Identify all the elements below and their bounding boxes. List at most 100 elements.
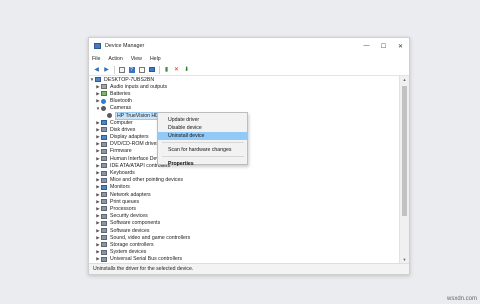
tree-category-label: Cameras — [110, 105, 132, 112]
device-manager-window: Device Manager — ☐ ✕ File Action View He… — [88, 37, 410, 275]
tree-category-label: Sound, video and game controllers — [110, 234, 191, 241]
menu-item-properties[interactable]: Properties — [158, 160, 247, 168]
uninstall-icon[interactable]: ✕ — [172, 66, 181, 74]
device-icon — [101, 206, 107, 212]
menu-item-update-driver[interactable]: Update driver — [158, 116, 247, 124]
tree-category[interactable]: ▶ Storage controllers — [89, 241, 399, 248]
tree-category[interactable]: ▶ Audio inputs and outputs — [89, 83, 399, 90]
tree-category[interactable]: ▶ Sound, video and game controllers — [89, 234, 399, 241]
menu-item-scan-hardware[interactable]: Scan for hardware changes — [158, 146, 247, 154]
tree-category-label: Mice and other pointing devices — [110, 177, 183, 184]
device-icon — [101, 213, 107, 219]
device-icon — [101, 192, 107, 198]
tree-category[interactable]: ▶ Processors — [89, 205, 399, 212]
tree-category-label: Network adapters — [110, 191, 151, 198]
device-icon — [101, 220, 107, 226]
monitor-icon — [101, 184, 107, 190]
device-icon — [101, 156, 107, 162]
monitor-icon — [101, 120, 107, 126]
menu-file[interactable]: File — [92, 56, 100, 62]
tree-category[interactable]: ▶ Batteries — [89, 90, 399, 97]
category-list: ▶ Audio inputs and outputs ▶ Batteries ▶ Blue… — [89, 83, 399, 263]
tree-category-label: Display adapters — [110, 134, 149, 141]
tree-category-label: Firmware — [110, 148, 132, 155]
toolbar-separator — [159, 65, 160, 74]
tree-category[interactable]: ▶ Mice and other pointing devices — [89, 177, 399, 184]
tree-category[interactable]: ▶ Bluetooth — [89, 98, 399, 105]
tree-category[interactable]: ▶ System devices — [89, 249, 399, 256]
computer-icon — [95, 77, 101, 83]
vertical-scrollbar[interactable]: ▲ ▼ — [399, 76, 409, 263]
tree-category-label: Batteries — [110, 90, 131, 97]
camera-icon — [101, 105, 106, 111]
menu-view[interactable]: View — [131, 56, 142, 62]
battery-icon — [101, 91, 107, 97]
device-icon — [101, 249, 107, 255]
device-icon — [101, 242, 107, 248]
tree-category-label: Security devices — [110, 213, 148, 220]
device-icon — [101, 163, 107, 169]
update-driver-icon[interactable] — [147, 66, 156, 74]
tree-category[interactable]: ▶ Print queues — [89, 198, 399, 205]
tree-category-label: Storage controllers — [110, 241, 154, 248]
scroll-down-icon[interactable]: ▼ — [400, 257, 409, 262]
device-icon — [101, 256, 107, 262]
device-icon — [101, 235, 107, 241]
tree-category-label: Audio inputs and outputs — [110, 83, 168, 90]
scan-icon[interactable] — [137, 66, 146, 74]
tree-category-label: Processors — [110, 205, 136, 212]
menu-action[interactable]: Action — [108, 56, 122, 62]
title-bar[interactable]: Device Manager — ☐ ✕ — [89, 38, 409, 54]
window-title: Device Manager — [105, 43, 145, 49]
scroll-thumb[interactable] — [402, 86, 407, 216]
disable-icon[interactable]: ▮ — [162, 66, 171, 74]
device-tree: ▼ DESKTOP-7UBS2BN ▶ Audio inputs and outp… — [89, 76, 399, 263]
tree-category-label: Universal Serial Bus controllers — [110, 256, 183, 263]
tree-category-label: Print queues — [110, 198, 140, 205]
close-button[interactable]: ✕ — [392, 38, 409, 54]
tree-category-label: DVD/CD-ROM drives — [110, 141, 159, 148]
device-icon — [101, 177, 107, 183]
toolbar: ◀ ▶ ? ▮ ✕ ⬇ — [89, 64, 409, 76]
tree-category[interactable]: ▶ Keyboards — [89, 169, 399, 176]
maximize-button[interactable]: ☐ — [375, 38, 392, 54]
back-icon[interactable]: ◀ — [92, 66, 101, 74]
tree-category[interactable]: ▶ Monitors — [89, 184, 399, 191]
device-icon — [101, 170, 107, 176]
device-icon — [101, 228, 107, 234]
download-icon[interactable]: ⬇ — [182, 66, 191, 74]
minimize-button[interactable]: — — [358, 38, 375, 54]
tree-category[interactable]: ▶ Security devices — [89, 213, 399, 220]
menu-separator — [162, 156, 244, 157]
device-icon — [101, 199, 107, 205]
scroll-up-icon[interactable]: ▲ — [400, 77, 409, 82]
tree-category[interactable]: ▶ Software components — [89, 220, 399, 227]
tree-category[interactable]: ▶ Network adapters — [89, 191, 399, 198]
tree-category[interactable]: ▼ Cameras — [89, 105, 399, 112]
menu-help[interactable]: Help — [150, 56, 161, 62]
status-bar: Uninstalls the driver for the selected d… — [89, 263, 409, 274]
tree-category-label: Software devices — [110, 227, 150, 234]
tree-root-label: DESKTOP-7UBS2BN — [104, 76, 155, 83]
watermark: wsxdn.com — [446, 296, 477, 302]
tree-root[interactable]: ▼ DESKTOP-7UBS2BN — [89, 76, 399, 83]
tree-category[interactable]: ▶ Software devices — [89, 227, 399, 234]
tree-category-label: Computer — [110, 119, 133, 126]
tree-category-label: Keyboards — [110, 170, 135, 177]
forward-icon[interactable]: ▶ — [102, 66, 111, 74]
device-manager-icon — [94, 43, 101, 49]
tree-category-label: Software components — [110, 220, 161, 227]
device-icon — [101, 127, 107, 133]
monitor-icon — [101, 134, 107, 140]
toolbar-separator — [114, 65, 115, 74]
help-icon[interactable]: ? — [127, 66, 136, 74]
tree-category[interactable]: ▶ Universal Serial Bus controllers — [89, 256, 399, 263]
speaker-icon — [101, 84, 107, 90]
menu-item-disable-device[interactable]: Disable device — [158, 124, 247, 132]
tree-category-label: System devices — [110, 249, 147, 256]
device-icon — [101, 148, 107, 154]
properties-icon[interactable] — [117, 66, 126, 74]
tree-category-label: Disk drives — [110, 126, 136, 133]
menu-item-uninstall-device[interactable]: Uninstall device — [158, 132, 247, 140]
bluetooth-icon — [101, 98, 106, 104]
